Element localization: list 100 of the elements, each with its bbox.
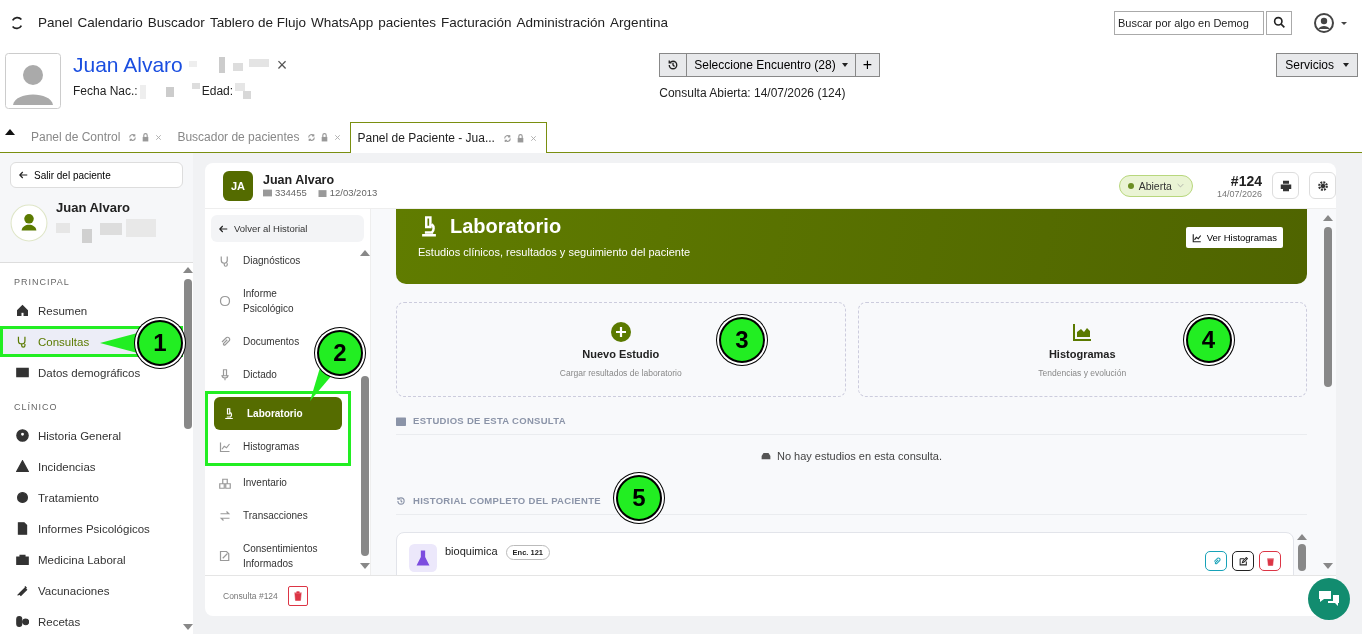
nav-link[interactable]: Facturación: [441, 15, 512, 30]
medkit-icon: [16, 553, 29, 566]
view-histograms-button[interactable]: Ver Histogramas: [1185, 227, 1283, 248]
history-icon: [396, 495, 406, 506]
birth-date: 12/03/2013: [329, 187, 378, 198]
search-icon: [1272, 16, 1286, 29]
history-button[interactable]: [659, 53, 688, 77]
section-title: ESTUDIOS DE ESTA CONSULTA: [413, 415, 566, 426]
arrows-icon: [219, 509, 231, 522]
lock-icon[interactable]: [141, 132, 151, 142]
nav-link[interactable]: Argentina: [610, 15, 668, 30]
action-title: Histogramas: [1048, 347, 1116, 360]
sidebar-item[interactable]: Vacunaciones: [0, 575, 183, 606]
chart-line-icon: [1191, 232, 1202, 243]
add-button[interactable]: +: [854, 53, 881, 77]
search-button[interactable]: [1266, 10, 1292, 35]
delete-button[interactable]: [287, 586, 308, 606]
nav-link[interactable]: Administración: [516, 15, 606, 30]
lock-icon[interactable]: [320, 132, 330, 142]
nav-link[interactable]: Tablero de Flujo: [209, 15, 306, 30]
history-icon: [667, 59, 680, 71]
trash-icon: [1265, 556, 1275, 566]
banner-subtitle: Estudios clínicos, resultados y seguimiento del paciente: [418, 246, 692, 258]
sidebar-item[interactable]: Incidencias: [0, 451, 183, 482]
nav-link[interactable]: Panel: [38, 15, 73, 30]
printer-icon: [1279, 179, 1292, 192]
close-icon[interactable]: [528, 133, 538, 143]
print-button[interactable]: [1272, 172, 1299, 199]
sidebar-item[interactable]: Recetas: [0, 606, 183, 634]
submenu-item[interactable]: Consentimientos Informados: [205, 532, 323, 575]
refresh-icon[interactable]: [307, 132, 317, 142]
banner-title: Laboratorio: [450, 215, 562, 238]
lock-icon[interactable]: [515, 133, 525, 143]
back-button[interactable]: Volver al Historial: [211, 215, 364, 242]
refresh-icon[interactable]: [502, 133, 512, 143]
submenu-item[interactable]: Histogramas: [208, 430, 306, 463]
patient-name: Juan Alvaro: [263, 173, 336, 187]
edit-button[interactable]: [1232, 551, 1254, 571]
submenu-item[interactable]: Dictado: [205, 358, 283, 391]
attach-button[interactable]: [1205, 551, 1227, 571]
sidebar-item[interactable]: Historia General: [0, 420, 183, 451]
submenu-item[interactable]: Informe Psicológico: [205, 277, 323, 325]
nav-link[interactable]: pacientes: [378, 15, 436, 30]
close-icon[interactable]: [333, 132, 343, 142]
close-button[interactable]: ×: [274, 54, 290, 76]
patient-name[interactable]: Juan Alvaro: [73, 53, 183, 77]
study-name: bioquimica: [445, 545, 498, 557]
sidebar-item[interactable]: Informes Psicológicos: [0, 513, 183, 544]
action-subtitle: Cargar resultados de laboratorio: [559, 367, 682, 378]
redaction-mosaic: [139, 83, 200, 99]
chart-line-icon: [219, 440, 231, 453]
avatar-icon: [5, 53, 61, 109]
exit-patient-button[interactable]: Salir del paciente: [10, 162, 183, 188]
tab[interactable]: Panel de Control: [25, 122, 172, 152]
submenu-item[interactable]: Transacciones: [205, 499, 314, 532]
consultation-number: #124: [1229, 172, 1262, 189]
sidebar-item[interactable]: Tratamiento: [0, 482, 183, 513]
paperclip-icon: [219, 335, 231, 348]
tab[interactable]: Buscador de pacientes: [171, 122, 351, 152]
tab[interactable]: Panel de Paciente - Jua...: [350, 121, 547, 154]
sidebar-item[interactable]: Medicina Laboral: [0, 544, 183, 575]
settings-button[interactable]: [1309, 172, 1336, 199]
flask-icon: [409, 544, 437, 572]
user-menu-icon[interactable]: [1314, 11, 1348, 34]
patient-id: 334455: [275, 187, 307, 198]
trash-icon: [292, 591, 303, 601]
submenu-item[interactable]: Inventario: [205, 466, 293, 499]
callout-badge: 2: [317, 330, 363, 376]
section-title: HISTORIAL COMPLETO DEL PACIENTE: [413, 495, 601, 506]
delete-button[interactable]: [1259, 551, 1281, 571]
warning-icon: [16, 460, 29, 473]
submenu-item[interactable]: Documentos: [205, 325, 306, 358]
refresh-icon[interactable]: [128, 132, 138, 142]
close-icon[interactable]: [154, 132, 164, 142]
submenu-item[interactable]: Diagnósticos: [205, 244, 307, 277]
paperclip-icon: [1211, 556, 1221, 566]
age-label: Edad:: [201, 84, 234, 98]
services-dropdown[interactable]: Servicios: [1276, 53, 1358, 77]
action-card[interactable]: Nuevo Estudio Cargar resultados de laboratorio 3: [396, 302, 846, 397]
syringe-icon: [16, 584, 29, 597]
status-dropdown[interactable]: Abierta: [1118, 174, 1193, 197]
plus-circle-icon: [610, 321, 631, 342]
pills-icon: [16, 615, 29, 628]
action-title: Nuevo Estudio: [582, 347, 660, 360]
callout-badge: 4: [1185, 317, 1232, 363]
open-consultation-text: Consulta Abierta: 14/07/2026 (124): [659, 86, 847, 100]
search-field[interactable]: Buscar por algo en Demog: [1114, 10, 1264, 35]
collapse-icon[interactable]: [5, 129, 15, 135]
callout-badge: 1: [137, 320, 183, 366]
nav-link[interactable]: WhatsApp: [310, 15, 374, 30]
inbox-icon: [760, 451, 771, 461]
logo-icon[interactable]: [10, 15, 24, 30]
encounter-dropdown[interactable]: Seleccione Encuentro (28): [687, 53, 855, 77]
nav-link[interactable]: Buscador: [147, 15, 205, 30]
nav-link[interactable]: Calendario: [77, 15, 143, 30]
redaction-mosaic: [235, 83, 252, 99]
microscope-icon: [223, 407, 235, 420]
submenu-item[interactable]: Laboratorio: [214, 397, 342, 430]
action-card[interactable]: Histogramas Tendencias y evolución 4: [857, 302, 1307, 397]
consultation-date: 14/07/2026: [1216, 188, 1262, 199]
